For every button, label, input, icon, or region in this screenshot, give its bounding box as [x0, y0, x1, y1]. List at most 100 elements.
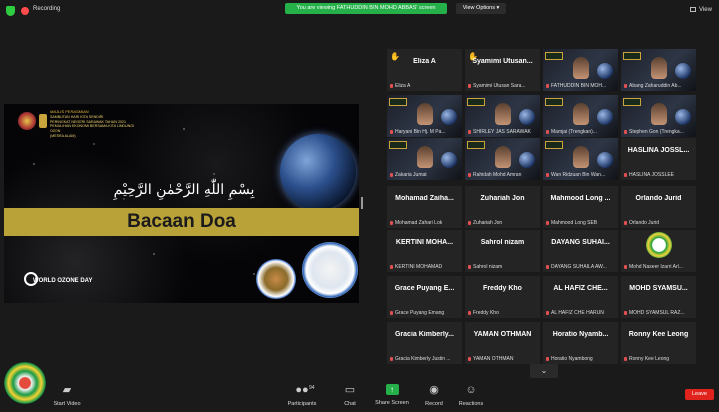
microphone-muted-icon: [624, 83, 627, 88]
participant-name-label: Haryani Bin Hj. M Pa...: [395, 129, 446, 135]
virtual-background-logo: [389, 98, 407, 106]
participant-tile[interactable]: YAMAN OTHMAN YAMAN OTHMAN: [465, 322, 540, 364]
grid-view-icon: [690, 6, 696, 12]
shared-screen: Majlis Perasmian SAMBUTAN HARI KITA SEND…: [4, 104, 359, 303]
participant-name-label: SHIRLEY JAS SARAWAK: [473, 129, 531, 135]
participant-video-person: [417, 103, 433, 125]
participant-name-bar: Haryani Bin Hj. M Pa...: [390, 129, 460, 135]
microphone-muted-icon: [468, 356, 471, 361]
participant-tile[interactable]: HASLINA JOSSL... HASLINA JOSSLEE: [621, 138, 696, 180]
reactions-button[interactable]: ☺ Reactions: [444, 384, 498, 407]
participant-tile[interactable]: Abang Zaharuddin Ab...: [621, 49, 696, 91]
microphone-muted-icon: [624, 172, 627, 177]
participant-tile[interactable]: DAYANG SUHAI... DAYANG SUHAILA AW...: [543, 230, 618, 272]
participant-tile[interactable]: Freddy Kho Freddy Kho: [465, 276, 540, 318]
leave-button[interactable]: Leave: [685, 389, 714, 400]
gallery-next-page-button[interactable]: ⌄: [530, 364, 558, 378]
participants-icon: ●●: [295, 384, 309, 396]
participant-video-person: [651, 103, 667, 125]
microphone-muted-icon: [390, 129, 393, 134]
participant-tile[interactable]: Rahidah Mohd Amran: [465, 138, 540, 180]
participant-tile[interactable]: Horatio Nyamb... Horatio Nyambong: [543, 322, 618, 364]
earth-planet-image: [280, 134, 356, 210]
bismillah-text: بِسْمِ اللّٰهِ الرَّحْمٰنِ الرَّحِيْمِ: [113, 182, 255, 198]
participant-tile[interactable]: ✋ Syamimi Utusan... Syamimi Utusan Sara...: [465, 49, 540, 91]
participant-tile[interactable]: Gracia Kimberly... Gracia Kimberly Justin…: [387, 322, 462, 364]
ministry-logo: [39, 114, 47, 128]
participant-name-label: Freddy Kho: [473, 310, 499, 316]
participant-tile[interactable]: Mahmood Long ... Mahmood Long SEB: [543, 186, 618, 228]
microphone-muted-icon: [546, 264, 549, 269]
planet-background-image: [597, 109, 613, 125]
participant-tile[interactable]: Sahrol nizam Sahrol nizam: [465, 230, 540, 272]
participant-tile[interactable]: KERTINI MOHA... KERTINI MOHAMAD: [387, 230, 462, 272]
participant-name-bar: Freddy Kho: [468, 310, 538, 316]
view-button[interactable]: View: [690, 4, 716, 16]
participant-name-label: Eliza A: [395, 83, 411, 89]
microphone-muted-icon: [546, 310, 549, 315]
participant-tile[interactable]: Grace Puyang E... Grace Puyang Emang: [387, 276, 462, 318]
microphone-muted-icon: [468, 264, 471, 269]
participant-tile[interactable]: Ronny Kee Leong Ronny Kee Leong: [621, 322, 696, 364]
virtual-background-logo: [467, 141, 485, 149]
participant-name-label: Orlando Jurid: [629, 220, 660, 226]
participant-display-name: YAMAN OTHMAN: [473, 331, 532, 338]
participant-tile[interactable]: FATHUDDIN BIN MOH...: [543, 49, 618, 91]
panel-resize-handle[interactable]: [361, 197, 363, 209]
participant-name-bar: FATHUDDIN BIN MOH...: [546, 83, 616, 89]
participant-name-label: Abang Zaharuddin Ab...: [629, 83, 682, 89]
participant-video-person: [495, 103, 511, 125]
organization-logo: [4, 362, 46, 404]
start-video-button[interactable]: ▰ Start Video: [40, 384, 94, 407]
participant-tile[interactable]: Mohd Naseer Izarri Arl...: [621, 230, 696, 272]
microphone-muted-icon: [468, 83, 471, 88]
participant-display-name: Eliza A: [413, 58, 436, 65]
record-icon: ◉: [429, 384, 439, 396]
participant-name-bar: Zakaria Jumat: [390, 172, 460, 178]
participant-tile[interactable]: Stephen Gon (Trengka...: [621, 95, 696, 137]
participant-name-label: Mohamad Zahari Lok: [395, 220, 443, 226]
participant-tile[interactable]: Zuhariah Jon Zuhariah Jon: [465, 186, 540, 228]
participant-name-bar: Stephen Gon (Trengka...: [624, 129, 694, 135]
participant-name-bar: Sahrol nizam: [468, 264, 538, 270]
participant-tile[interactable]: Orlando Jurid Orlando Jurid: [621, 186, 696, 228]
participant-name-bar: Gracia Kimberly Justin ...: [390, 356, 460, 362]
reactions-label: Reactions: [458, 401, 484, 407]
participant-name-bar: Orlando Jurid: [624, 220, 694, 226]
participant-name-label: FATHUDDIN BIN MOH...: [551, 83, 607, 89]
view-options-button[interactable]: View Options ▾: [456, 3, 506, 14]
participant-name-bar: HASLINA JOSSLEE: [624, 172, 694, 178]
microphone-muted-icon: [390, 310, 393, 315]
participant-name-label: MOHD SYAMSUL RAZ...: [629, 310, 685, 316]
participant-name-label: Zuhariah Jon: [473, 220, 503, 226]
participant-tile[interactable]: Wan Ridzuan Bin Wan...: [543, 138, 618, 180]
participant-tile[interactable]: AL HAFIZ CHE... AL HAFIZ CHE HARUN: [543, 276, 618, 318]
participant-tile[interactable]: Mamjai (Trengkan)...: [543, 95, 618, 137]
participants-button[interactable]: ●● Participants: [275, 384, 329, 407]
view-label: View: [699, 7, 712, 13]
participant-tile[interactable]: Zakaria Jumat: [387, 138, 462, 180]
microphone-muted-icon: [546, 83, 549, 88]
participant-name-label: Gracia Kimberly Justin ...: [395, 356, 451, 362]
participant-tile[interactable]: Mohamad Zaiha... Mohamad Zahari Lok: [387, 186, 462, 228]
participant-name-label: Ronny Kee Leong: [629, 356, 670, 362]
microphone-muted-icon: [546, 220, 549, 225]
security-shield-icon[interactable]: [6, 6, 15, 16]
participant-name-label: Zakaria Jumat: [395, 172, 427, 178]
participant-name-label: KERTINI MOHAMAD: [395, 264, 443, 270]
participant-display-name: DAYANG SUHAI...: [551, 239, 610, 246]
participant-tile[interactable]: Haryani Bin Hj. M Pa...: [387, 95, 462, 137]
participant-display-name: KERTINI MOHA...: [395, 239, 454, 246]
microphone-muted-icon: [468, 310, 471, 315]
participant-tile[interactable]: SHIRLEY JAS SARAWAK: [465, 95, 540, 137]
participant-tile[interactable]: ✋ Eliza A Eliza A: [387, 49, 462, 91]
share-screen-icon: ↑: [385, 384, 399, 395]
participant-name-label: Stephen Gon (Trengka...: [629, 129, 684, 135]
video-camera-off-icon: ▰: [62, 384, 72, 396]
participant-display-name: Gracia Kimberly...: [394, 331, 454, 338]
participant-tile[interactable]: MOHD SYAMSU... MOHD SYAMSUL RAZ...: [621, 276, 696, 318]
participant-display-name: Freddy Kho: [483, 285, 522, 292]
microphone-muted-icon: [624, 310, 627, 315]
participant-name-bar: DAYANG SUHAILA AW...: [546, 264, 616, 270]
microphone-muted-icon: [390, 83, 393, 88]
